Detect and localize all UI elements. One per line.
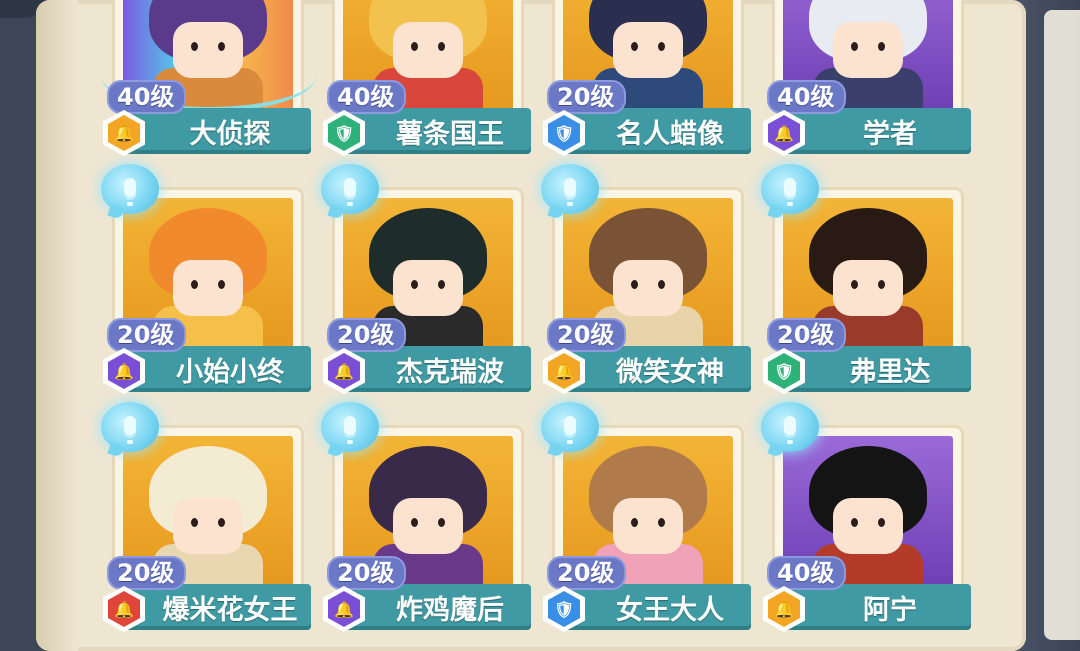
character-card[interactable]: 40级 大侦探 🔔 [101, 0, 316, 172]
page-edge [1044, 10, 1080, 640]
character-name: 杰克瑞波 [343, 346, 531, 392]
microphone-icon [124, 178, 136, 206]
voice-bubble-icon[interactable] [761, 402, 819, 452]
character-name: 女王大人 [563, 584, 751, 630]
character-face [613, 498, 683, 554]
rarity-symbol-icon: 🔔 [548, 353, 580, 389]
character-face [173, 260, 243, 316]
voice-bubble-icon[interactable] [101, 402, 159, 452]
character-card[interactable]: 20级 名人蜡像 🛡 [541, 0, 751, 172]
character-card[interactable]: 20级 女王大人 🛡 [541, 402, 751, 648]
character-eye [631, 280, 638, 289]
rarity-symbol-icon: 🔔 [768, 591, 800, 627]
character-card[interactable]: 40级 阿宁 🔔 [761, 402, 971, 648]
character-card[interactable]: 20级 微笑女神 🔔 [541, 164, 751, 410]
character-eye [411, 518, 418, 527]
level-badge: 20级 [327, 318, 407, 352]
character-eye [851, 42, 858, 51]
character-face [393, 22, 463, 78]
character-face [613, 260, 683, 316]
rarity-symbol-icon: 🔔 [108, 115, 140, 151]
character-name: 薯条国王 [343, 108, 531, 154]
character-eye [411, 280, 418, 289]
rarity-symbol-icon: 🛡 [548, 591, 580, 627]
voice-bubble-icon[interactable] [321, 402, 379, 452]
character-card[interactable]: 20级 杰克瑞波 🔔 [321, 164, 531, 410]
rarity-symbol-icon: 🔔 [108, 353, 140, 389]
microphone-icon [784, 416, 796, 444]
level-badge: 20级 [547, 556, 627, 590]
rarity-symbol-icon: 🛡 [548, 115, 580, 151]
level-badge: 40级 [107, 80, 187, 114]
character-eye [878, 280, 885, 289]
character-card[interactable]: 20级 弗里达 🛡 [761, 164, 971, 410]
character-eye [191, 518, 198, 527]
character-name: 学者 [783, 108, 971, 154]
character-eye [658, 42, 665, 51]
character-eye [438, 518, 445, 527]
character-name: 大侦探 [123, 108, 311, 154]
level-badge: 20级 [547, 80, 627, 114]
rarity-symbol-icon: 🔔 [328, 353, 360, 389]
character-name: 弗里达 [783, 346, 971, 392]
character-eye [658, 280, 665, 289]
microphone-icon [564, 416, 576, 444]
voice-bubble-icon[interactable] [541, 164, 599, 214]
character-eye [878, 518, 885, 527]
rarity-symbol-icon: 🔔 [768, 115, 800, 151]
character-name: 小始小终 [123, 346, 311, 392]
character-eye [411, 42, 418, 51]
level-badge: 20级 [107, 318, 187, 352]
microphone-icon [344, 416, 356, 444]
voice-bubble-icon[interactable] [761, 164, 819, 214]
character-eye [631, 518, 638, 527]
character-name: 爆米花女王 [123, 584, 311, 630]
microphone-icon [344, 178, 356, 206]
character-eye [191, 280, 198, 289]
character-eye [851, 280, 858, 289]
level-badge: 20级 [547, 318, 627, 352]
character-face [833, 498, 903, 554]
character-face [833, 260, 903, 316]
level-badge: 20级 [767, 318, 847, 352]
character-face [173, 498, 243, 554]
voice-bubble-icon[interactable] [541, 402, 599, 452]
rarity-symbol-icon: 🔔 [108, 591, 140, 627]
level-badge: 20级 [327, 556, 407, 590]
character-card[interactable]: 40级 薯条国王 🛡 [321, 0, 531, 172]
character-eye [658, 518, 665, 527]
character-eye [218, 518, 225, 527]
character-card[interactable]: 20级 小始小终 🔔 [101, 164, 311, 410]
rarity-symbol-icon: 🔔 [328, 591, 360, 627]
character-eye [878, 42, 885, 51]
character-book: 40级 大侦探 🔔 40级 薯条国王 🛡 20级 名人蜡像 🛡 40级 学者 🔔 20级 小始小终 🔔 20级… [36, 0, 1026, 651]
character-name: 微笑女神 [563, 346, 751, 392]
rarity-symbol-icon: 🛡 [328, 115, 360, 151]
microphone-icon [784, 178, 796, 206]
character-eye [851, 518, 858, 527]
character-card[interactable]: 20级 爆米花女王 🔔 [101, 402, 311, 648]
voice-bubble-icon[interactable] [101, 164, 159, 214]
character-card[interactable]: 20级 炸鸡魔后 🔔 [321, 402, 531, 648]
character-eye [631, 42, 638, 51]
character-eye [438, 280, 445, 289]
character-name: 阿宁 [783, 584, 971, 630]
character-eye [438, 42, 445, 51]
character-face [833, 22, 903, 78]
level-badge: 20级 [107, 556, 187, 590]
character-face [393, 260, 463, 316]
character-card[interactable]: 40级 学者 🔔 [761, 0, 971, 172]
character-face [393, 498, 463, 554]
microphone-icon [124, 416, 136, 444]
level-badge: 40级 [767, 556, 847, 590]
character-name: 炸鸡魔后 [343, 584, 531, 630]
microphone-icon [564, 178, 576, 206]
character-eye [218, 280, 225, 289]
level-badge: 40级 [327, 80, 407, 114]
level-badge: 40级 [767, 80, 847, 114]
character-name: 名人蜡像 [563, 108, 751, 154]
character-face [613, 22, 683, 78]
rarity-symbol-icon: 🛡 [768, 353, 800, 389]
voice-bubble-icon[interactable] [321, 164, 379, 214]
